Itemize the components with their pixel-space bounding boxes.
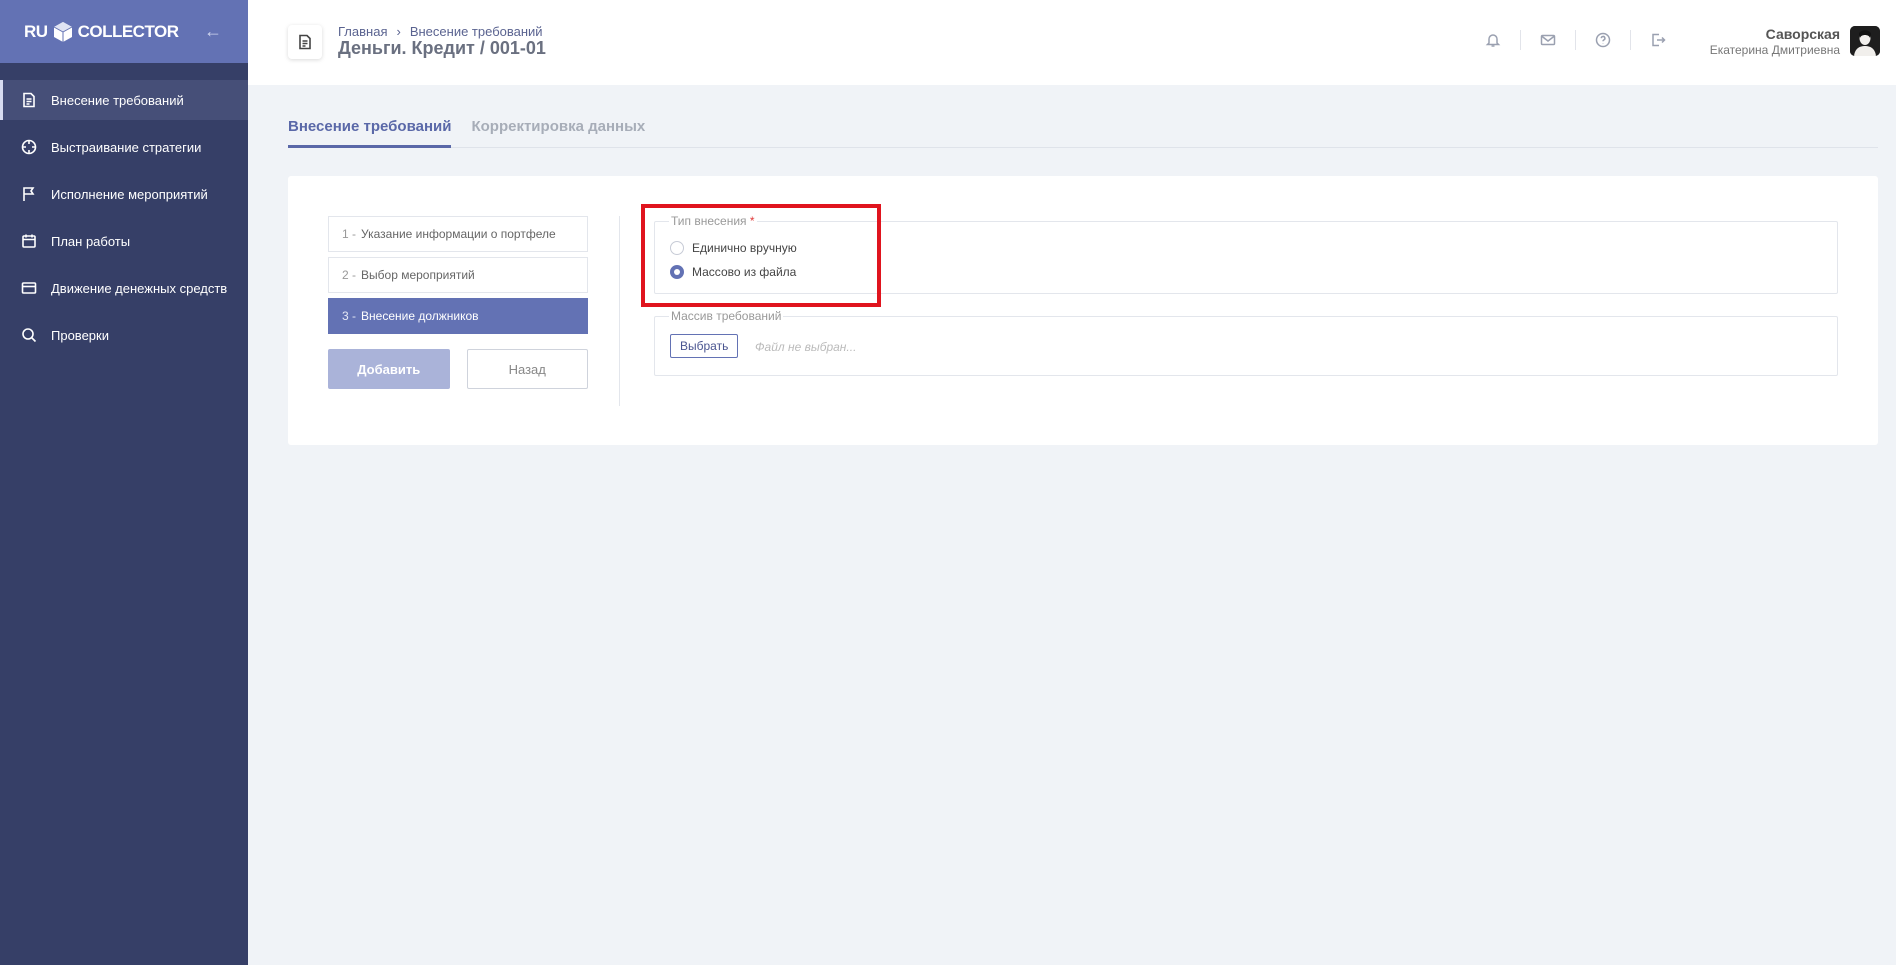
step-label: Выбор мероприятий xyxy=(361,268,475,282)
logo-cube-icon xyxy=(53,21,72,42)
radio-bulk-label: Массово из файла xyxy=(692,265,797,279)
credit-card-icon xyxy=(21,280,37,296)
step-number: 2 - xyxy=(342,268,357,282)
top-bar: Главная › Внесение требований Деньги. Кр… xyxy=(248,0,1896,85)
sidebar: RU COLLECTOR ← Внесение требований Выстр… xyxy=(0,0,248,965)
step-number: 1 - xyxy=(342,227,357,241)
wizard-buttons: Добавить Назад xyxy=(328,349,588,389)
file-status-text: Файл не выбран... xyxy=(755,340,857,354)
avatar[interactable] xyxy=(1850,26,1880,56)
step-label: Внесение должников xyxy=(361,309,479,323)
sidebar-item-label: Исполнение мероприятий xyxy=(51,186,208,202)
step-portfolio-info[interactable]: 1 - Указание информации о портфеле xyxy=(328,216,588,252)
logout-icon[interactable] xyxy=(1650,32,1666,48)
sidebar-item-cash-flow[interactable]: Движение денежных средств xyxy=(0,268,248,308)
sidebar-item-activities[interactable]: Исполнение мероприятий xyxy=(0,174,248,214)
user-first-name: Екатерина Дмитриевна xyxy=(1709,43,1840,57)
entry-type-fieldset: Тип внесения * Единично вручную Массово … xyxy=(654,214,1838,294)
logo-text-left: RU xyxy=(24,21,48,41)
search-icon xyxy=(21,327,37,343)
bell-icon[interactable] xyxy=(1485,32,1501,48)
user-info[interactable]: Саворская Екатерина Дмитриевна xyxy=(1710,26,1840,57)
radio-manual-entry[interactable]: Единично вручную xyxy=(670,241,797,255)
add-button[interactable]: Добавить xyxy=(328,349,450,389)
step-label: Указание информации о портфеле xyxy=(361,227,556,241)
radio-manual-label: Единично вручную xyxy=(692,241,797,255)
back-button[interactable]: Назад xyxy=(466,349,588,389)
top-icons xyxy=(1485,30,1666,50)
breadcrumb-home-link[interactable]: Главная xyxy=(338,24,387,39)
sidebar-header: RU COLLECTOR ← xyxy=(0,0,248,63)
step-select-activities[interactable]: 2 - Выбор мероприятий xyxy=(328,257,588,293)
app-logo[interactable]: RU COLLECTOR xyxy=(24,20,179,44)
sidebar-item-checks[interactable]: Проверки xyxy=(0,315,248,355)
divider xyxy=(1575,30,1576,50)
help-icon[interactable] xyxy=(1595,32,1611,48)
sidebar-item-label: Выстраивание стратегии xyxy=(51,139,202,155)
sidebar-item-label: Проверки xyxy=(51,327,109,343)
sidebar-item-strategy[interactable]: Выстраивание стратегии xyxy=(0,127,248,167)
entry-type-label: Тип внесения xyxy=(671,214,747,228)
vertical-divider xyxy=(619,216,620,406)
user-avatar-icon xyxy=(1850,26,1880,56)
tabs: Внесение требований Корректировка данных xyxy=(288,118,1878,148)
radio-bulk-circle[interactable] xyxy=(670,265,684,279)
sidebar-item-label: Движение денежных средств xyxy=(51,280,228,296)
wizard-card: 1 - Указание информации о портфеле 2 - В… xyxy=(288,176,1878,445)
radio-bulk-from-file[interactable]: Массово из файла xyxy=(670,265,796,279)
requirements-array-legend: Массив требований xyxy=(669,309,784,323)
divider xyxy=(1630,30,1631,50)
document-icon xyxy=(21,92,37,108)
sidebar-item-label: План работы xyxy=(51,233,131,249)
step-add-debtors[interactable]: 3 - Внесение должников xyxy=(328,298,588,334)
breadcrumb-separator-icon: › xyxy=(396,24,401,39)
requirements-array-fieldset: Массив требований Выбрать Файл не выбран… xyxy=(654,309,1838,376)
crosshair-icon xyxy=(21,139,37,155)
breadcrumb-requirements-link[interactable]: Внесение требований xyxy=(410,24,543,39)
flag-icon xyxy=(21,186,37,202)
calendar-icon xyxy=(21,233,37,249)
page-title: Деньги. Кредит / 001-01 xyxy=(338,38,546,58)
sidebar-item-label: Внесение требований xyxy=(51,92,184,108)
wizard-steps: 1 - Указание информации о портфеле 2 - В… xyxy=(328,216,588,389)
page-document-icon xyxy=(288,25,322,59)
tab-data-correction[interactable]: Корректировка данных xyxy=(471,118,645,148)
mail-icon[interactable] xyxy=(1540,32,1556,48)
divider xyxy=(1520,30,1521,50)
sidebar-nav: Внесение требований Выстраивание стратег… xyxy=(0,80,248,355)
tab-requirements[interactable]: Внесение требований xyxy=(288,118,452,148)
breadcrumb: Главная › Внесение требований xyxy=(338,24,543,39)
sidebar-item-work-plan[interactable]: План работы xyxy=(0,221,248,261)
step-number: 3 - xyxy=(342,309,357,323)
logo-text-right: COLLECTOR xyxy=(77,21,179,41)
radio-manual-circle[interactable] xyxy=(670,241,684,255)
user-last-name: Саворская xyxy=(1765,26,1840,42)
sidebar-item-requirements[interactable]: Внесение требований xyxy=(0,80,248,120)
choose-file-button[interactable]: Выбрать xyxy=(670,334,739,358)
required-mark: * xyxy=(749,214,755,228)
entry-type-legend: Тип внесения * xyxy=(669,214,757,228)
collapse-sidebar-arrow-icon[interactable]: ← xyxy=(204,21,222,42)
